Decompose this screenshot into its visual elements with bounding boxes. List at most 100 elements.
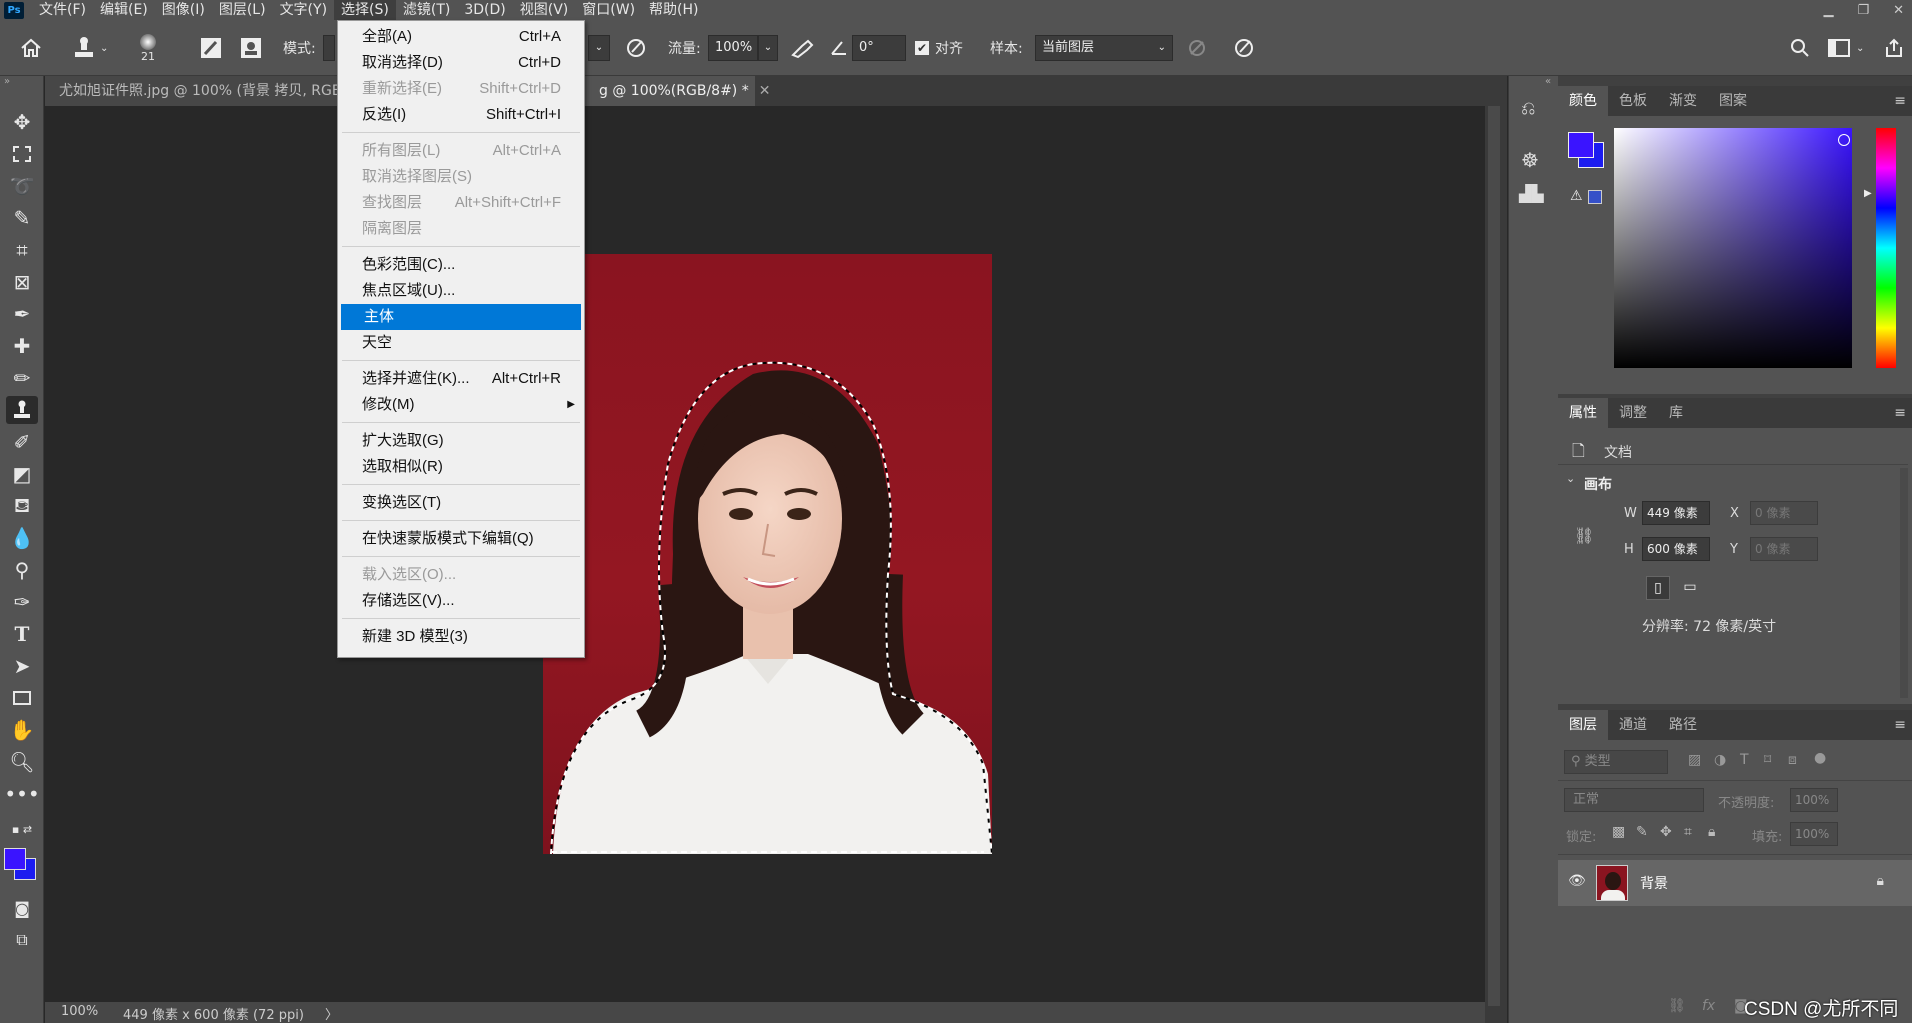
lock-all-icon[interactable]: 🔒︎ <box>1708 824 1715 840</box>
tab-channels[interactable]: 通道 <box>1608 710 1658 740</box>
filter-smart-object-icon[interactable]: ⧈ <box>1788 752 1797 768</box>
swap-colors-icon[interactable]: ▪ ⇄ <box>6 820 38 838</box>
pressure-size-icon[interactable] <box>1232 20 1256 76</box>
select-menu-item-18[interactable]: 扩大选取(G) <box>339 428 583 454</box>
eraser-tool-icon[interactable]: ◩ <box>6 460 38 488</box>
rectangle-tool-icon[interactable] <box>6 684 38 712</box>
search-icon[interactable] <box>1790 20 1810 76</box>
quick-selection-tool-icon[interactable]: ✎ <box>6 204 38 232</box>
hue-slider[interactable] <box>1876 128 1896 368</box>
mode-select[interactable] <box>323 35 335 61</box>
filter-shape-icon[interactable]: ⌑ <box>1764 752 1771 768</box>
histogram-panel-icon[interactable]: ▟▙ <box>1519 184 1544 203</box>
collapse-toolbar-icon[interactable]: » <box>4 76 10 87</box>
frame-tool-icon[interactable]: ⊠ <box>6 268 38 296</box>
tab-document-1[interactable]: 尤如旭证件照.jpg @ 100% (背景 拷贝, RGB <box>45 76 337 106</box>
ignore-adjustment-icon[interactable] <box>1187 20 1207 76</box>
select-menu-item-11[interactable]: 焦点区域(U)... <box>339 278 583 304</box>
menu-2[interactable]: 图像(I) <box>155 0 212 20</box>
share-icon[interactable] <box>1884 20 1904 76</box>
opacity-dropdown-icon[interactable]: ⌄ <box>588 35 610 61</box>
height-field[interactable]: 600 像素 <box>1642 537 1710 561</box>
path-selection-tool-icon[interactable]: ➤ <box>6 652 38 680</box>
layer-row-background[interactable]: 👁︎ 背景 🔒︎ <box>1558 860 1912 906</box>
flow-dropdown-icon[interactable]: ⌄ <box>758 35 778 61</box>
layer-filter-select[interactable]: ⚲ 类型 <box>1564 750 1668 774</box>
web-safe-swatch[interactable] <box>1588 190 1602 204</box>
gamut-warning-icon[interactable]: ⚠ <box>1570 188 1583 204</box>
select-menu-item-25[interactable]: 载入选区(O)... <box>339 562 583 588</box>
select-menu-item-8[interactable]: 隔离图层 <box>339 216 583 242</box>
layer-fill-field[interactable]: 100% <box>1790 822 1838 846</box>
flow-field[interactable]: 100% <box>708 35 758 61</box>
tab-document-2[interactable]: g @ 100%(RGB/8#) * ✕ <box>585 76 770 106</box>
tab-gradients[interactable]: 渐变 <box>1658 86 1708 116</box>
select-menu-item-5[interactable]: 所有图层(L) Alt+Ctrl+A <box>339 138 583 164</box>
portrait-photo[interactable] <box>543 254 992 854</box>
color-fg-swatch[interactable] <box>1568 132 1594 158</box>
menu-5[interactable]: 选择(S) <box>334 0 396 20</box>
type-tool-icon[interactable]: T <box>6 620 38 648</box>
hand-tool-icon[interactable]: ✋ <box>6 716 38 744</box>
menu-7[interactable]: 3D(D) <box>457 0 512 20</box>
filter-pixel-icon[interactable]: ▨ <box>1688 752 1701 768</box>
lock-image-icon[interactable]: ✎ <box>1636 824 1648 840</box>
select-menu-item-26[interactable]: 存储选区(V)... <box>339 588 583 614</box>
select-menu-item-15[interactable]: 选择并遮住(K)... Alt+Ctrl+R <box>339 366 583 392</box>
menu-10[interactable]: 帮助(H) <box>642 0 705 20</box>
menu-1[interactable]: 编辑(E) <box>93 0 155 20</box>
link-dimensions-icon[interactable]: ⛓ <box>1574 526 1594 545</box>
x-field[interactable]: 0 像素 <box>1750 501 1818 525</box>
width-field[interactable]: 449 像素 <box>1642 501 1710 525</box>
brush-settings-icon[interactable] <box>200 20 222 76</box>
blur-tool-icon[interactable]: 💧 <box>6 524 38 552</box>
crop-tool-icon[interactable]: ⌗ <box>6 236 38 264</box>
tab-layers[interactable]: 图层 <box>1558 710 1608 740</box>
menu-6[interactable]: 滤镜(T) <box>396 0 457 20</box>
select-menu-item-13[interactable]: 天空 <box>339 330 583 356</box>
panel-menu-icon[interactable]: ≡ <box>1894 86 1906 116</box>
close-tab-icon[interactable]: ✕ <box>759 83 771 99</box>
angle-field[interactable]: 0° <box>852 35 906 61</box>
select-menu-item-7[interactable]: 查找图层 Alt+Shift+Ctrl+F <box>339 190 583 216</box>
workspace-icon[interactable]: ⌄ <box>1828 20 1864 76</box>
layer-opacity-field[interactable]: 100% <box>1790 788 1838 812</box>
clone-source-icon[interactable] <box>240 20 262 76</box>
hue-slider-handle-icon[interactable]: ▶ <box>1864 188 1872 199</box>
filter-toggle-icon[interactable]: ● <box>1814 750 1826 766</box>
lasso-tool-icon[interactable]: ➰ <box>6 172 38 200</box>
portrait-orientation-icon[interactable]: ▯ <box>1646 576 1670 600</box>
select-menu-item-23[interactable]: 在快速蒙版模式下编辑(Q) <box>339 526 583 552</box>
zoom-tool-icon[interactable]: 🔍︎ <box>6 748 38 776</box>
panel-menu-icon[interactable]: ≡ <box>1894 710 1906 740</box>
dodge-tool-icon[interactable]: ⚲ <box>6 556 38 584</box>
stamp-tool-icon[interactable]: ⌄ <box>72 20 108 76</box>
select-menu-item-28[interactable]: 新建 3D 模型(3) <box>339 624 583 650</box>
pressure-opacity-icon[interactable] <box>624 20 648 76</box>
select-menu-item-0[interactable]: 全部(A) Ctrl+A <box>339 24 583 50</box>
panel-menu-icon[interactable]: ≡ <box>1894 398 1906 428</box>
layer-visibility-icon[interactable]: 👁︎ <box>1568 873 1586 889</box>
select-menu-item-2[interactable]: 重新选择(E) Shift+Ctrl+D <box>339 76 583 102</box>
sample-select[interactable]: 当前图层 ⌄ <box>1035 35 1173 61</box>
section-collapse-icon[interactable]: ⌄ <box>1566 472 1575 485</box>
tab-patterns[interactable]: 图案 <box>1708 86 1758 116</box>
tab-libraries[interactable]: 库 <box>1658 398 1694 428</box>
clone-stamp-tool-icon[interactable] <box>6 396 38 424</box>
more-tools-icon[interactable]: ••• <box>4 780 39 808</box>
healing-brush-tool-icon[interactable]: ✚ <box>6 332 38 360</box>
color-picker-cursor[interactable] <box>1838 134 1850 146</box>
brush-preset-picker[interactable]: 21 <box>140 20 156 76</box>
airbrush-icon[interactable] <box>790 20 816 76</box>
select-menu-item-3[interactable]: 反选(I) Shift+Ctrl+I <box>339 102 583 128</box>
navigator-panel-icon[interactable]: ☸ <box>1521 148 1539 172</box>
select-menu-item-19[interactable]: 选取相似(R) <box>339 454 583 480</box>
landscape-orientation-icon[interactable]: ▭ <box>1678 576 1702 600</box>
tab-color[interactable]: 颜色 <box>1558 86 1608 116</box>
select-menu-item-12[interactable]: 主体 <box>341 304 581 330</box>
tab-adjustments[interactable]: 调整 <box>1608 398 1658 428</box>
brush-tool-icon[interactable]: ✏ <box>6 364 38 392</box>
move-tool-icon[interactable]: ✥ <box>6 108 38 136</box>
filter-type-icon[interactable]: T <box>1740 752 1749 768</box>
select-menu-item-16[interactable]: 修改(M) ▶ <box>339 392 583 418</box>
